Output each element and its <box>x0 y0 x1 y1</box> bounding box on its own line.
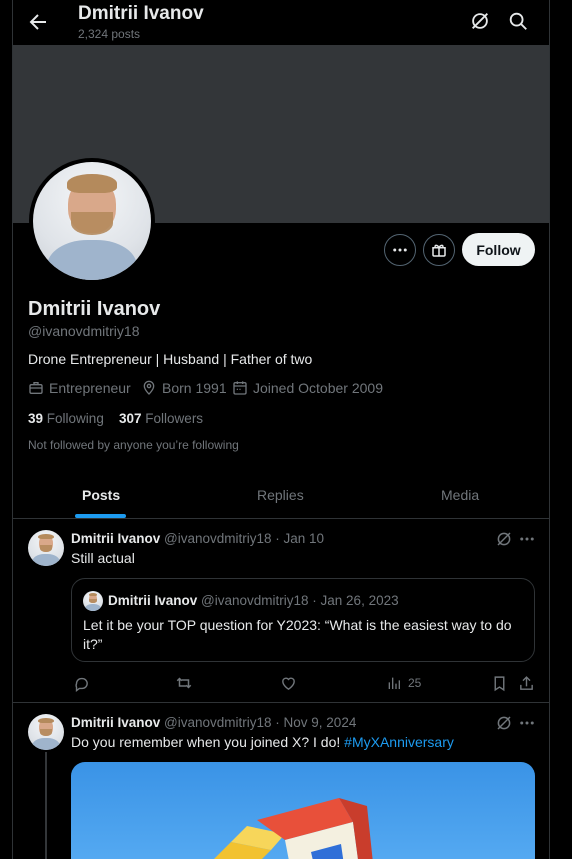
post-header: Dmitrii Ivanov @ivanovdmitriy18 · Nov 9,… <box>71 715 356 730</box>
reply-button[interactable] <box>73 674 96 692</box>
share-button[interactable] <box>518 674 541 692</box>
post-author[interactable]: Dmitrii Ivanov <box>71 531 160 546</box>
post-media-image[interactable] <box>71 762 535 859</box>
not-followed-notice: Not followed by anyone you’re following <box>28 438 239 452</box>
post-handle-date[interactable]: @ivanovdmitriy18 · Jan 10 <box>164 531 324 546</box>
header-posts-count: 2,324 posts <box>78 27 141 41</box>
following-label: Following <box>46 411 104 426</box>
anniversary-graphic <box>214 798 373 859</box>
profile-name: Dmitrii Ivanov <box>28 298 161 320</box>
post-author[interactable]: Dmitrii Ivanov <box>71 715 160 730</box>
like-button[interactable] <box>280 674 303 692</box>
top-bar: Dmitrii Ivanov 2,324 posts <box>13 0 549 44</box>
post-text-body: Do you remember when you joined X? I do! <box>71 734 345 750</box>
profile-category: Entrepreneur <box>28 380 131 396</box>
profile-handle: @ivanovdmitriy18 <box>28 323 140 339</box>
joined-label: Joined October 2009 <box>253 380 383 396</box>
calendar-icon <box>233 381 247 395</box>
post-text: Still actual <box>71 550 135 566</box>
followers-link[interactable]: 307 Followers <box>119 411 203 426</box>
tab-media[interactable]: Media <box>441 487 479 503</box>
grok-icon[interactable] <box>495 714 513 732</box>
views-button[interactable]: 25 <box>386 674 421 692</box>
location-icon <box>143 380 155 395</box>
bookmark-button[interactable] <box>491 674 514 692</box>
back-arrow-icon[interactable] <box>26 10 50 34</box>
following-count: 39 <box>28 411 44 426</box>
quote-header: Dmitrii Ivanov @ivanovdmitriy18 · Jan 26… <box>108 593 399 608</box>
views-count: 25 <box>408 676 422 690</box>
followers-count: 307 <box>119 411 142 426</box>
born-label: Born 1991 <box>162 380 227 396</box>
bookmark-icon <box>494 675 505 691</box>
following-link[interactable]: 39 Following <box>28 411 104 426</box>
profile-tabs: Posts Replies Media <box>13 472 549 519</box>
post-divider <box>13 702 549 703</box>
tab-posts[interactable]: Posts <box>82 487 120 503</box>
profile-page: Dmitrii Ivanov 2,324 posts Follow Dmitri… <box>12 0 550 859</box>
follow-button[interactable]: Follow <box>462 233 535 266</box>
briefcase-icon <box>29 382 43 394</box>
post-handle-date[interactable]: @ivanovdmitriy18 · Nov 9, 2024 <box>164 715 356 730</box>
profile-location: Born 1991 <box>141 380 227 396</box>
grok-icon[interactable] <box>495 530 513 548</box>
more-options-button[interactable] <box>384 234 416 266</box>
profile-avatar[interactable] <box>29 158 155 284</box>
quote-avatar <box>83 591 103 611</box>
quote-author: Dmitrii Ivanov <box>108 593 198 608</box>
avatar-photo <box>33 162 151 280</box>
repost-button[interactable] <box>175 674 199 692</box>
more-icon <box>393 248 407 252</box>
share-icon <box>520 675 533 690</box>
post-header: Dmitrii Ivanov @ivanovdmitriy18 · Jan 10 <box>71 531 324 546</box>
views-icon <box>388 677 400 689</box>
gift-button[interactable] <box>423 234 455 266</box>
profile-bio: Drone Entrepreneur | Husband | Father of… <box>28 351 313 367</box>
active-tab-indicator <box>75 514 126 518</box>
more-icon[interactable] <box>518 714 536 732</box>
reply-icon <box>75 677 88 692</box>
grok-icon[interactable] <box>469 10 491 32</box>
gift-icon <box>432 244 446 257</box>
header-title: Dmitrii Ivanov <box>78 3 204 24</box>
hashtag-link[interactable]: #MyXAnniversary <box>344 734 454 750</box>
profile-joined: Joined October 2009 <box>232 380 383 396</box>
tab-replies[interactable]: Replies <box>257 487 304 503</box>
post-avatar[interactable] <box>28 530 64 566</box>
post-text: Do you remember when you joined X? I do!… <box>71 734 454 750</box>
post-avatar[interactable] <box>28 714 64 750</box>
followers-label: Followers <box>145 411 204 426</box>
quote-text: Let it be your TOP question for Y2023: “… <box>83 617 512 652</box>
search-icon[interactable] <box>507 10 529 32</box>
repost-icon <box>176 677 192 689</box>
quoted-post[interactable]: Dmitrii Ivanov @ivanovdmitriy18 · Jan 26… <box>71 578 535 662</box>
like-icon <box>282 677 295 690</box>
more-icon[interactable] <box>518 530 536 548</box>
category-label: Entrepreneur <box>49 380 131 396</box>
quote-handle-date: @ivanovdmitriy18 · Jan 26, 2023 <box>201 593 399 608</box>
thread-line <box>45 752 47 859</box>
